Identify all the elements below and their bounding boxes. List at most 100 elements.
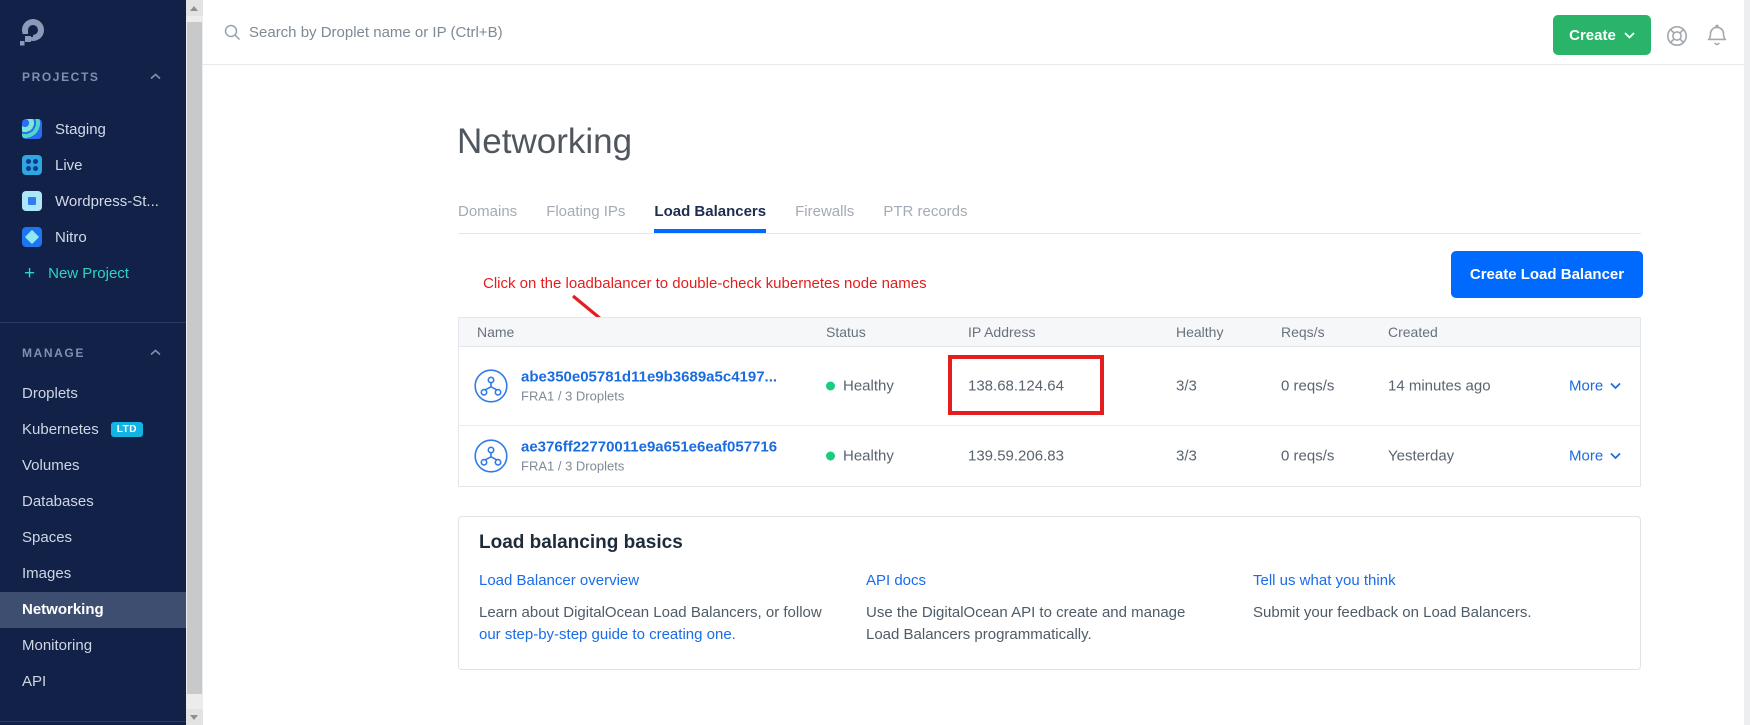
sidebar-divider <box>0 322 186 323</box>
new-project-label: New Project <box>48 265 129 282</box>
triangle-down-icon <box>190 715 198 720</box>
create-button-label: Create <box>1569 27 1616 44</box>
ltd-badge: LTD <box>111 422 143 437</box>
sidebar-item-kubernetes[interactable]: Kubernetes LTD <box>0 412 186 448</box>
scrollbar-thumb[interactable] <box>187 22 202 694</box>
table-row[interactable]: ae376ff22770011e9a651e6eaf057716 FRA1 / … <box>459 426 1640 486</box>
sidebar-item-live[interactable]: Live <box>0 147 186 183</box>
status-cell: Healthy <box>826 378 894 395</box>
projects-section-header[interactable]: PROJECTS <box>22 70 99 84</box>
more-button[interactable]: More <box>1569 448 1621 465</box>
basics-title: Load balancing basics <box>479 532 683 554</box>
status-label: Healthy <box>843 448 894 465</box>
tab-ptr-records[interactable]: PTR records <box>883 195 967 233</box>
lb-name-cell: abe350e05781d11e9b3689a5c4197... FRA1 / … <box>521 369 777 404</box>
lb-name-cell: ae376ff22770011e9a651e6eaf057716 FRA1 / … <box>521 439 777 474</box>
column-header-created: Created <box>1388 324 1438 340</box>
annotation-highlight-box <box>948 355 1104 415</box>
networking-tabs: Domains Floating IPs Load Balancers Fire… <box>458 195 1641 234</box>
basics-text: Learn about DigitalOcean Load Balancers,… <box>479 604 822 621</box>
basics-text: Load Balancers programmatically. <box>866 626 1092 643</box>
basics-column-api: API docs Use the DigitalOcean API to cre… <box>866 572 1238 646</box>
create-button[interactable]: Create <box>1553 15 1651 55</box>
sidebar-scrollbar[interactable] <box>186 0 203 725</box>
column-header-ip: IP Address <box>968 324 1035 340</box>
status-label: Healthy <box>843 378 894 395</box>
sidebar-item-databases[interactable]: Databases <box>0 484 186 520</box>
basics-column-overview: Load Balancer overview Learn about Digit… <box>479 572 851 646</box>
notifications-bell-icon[interactable] <box>1704 23 1730 49</box>
more-button-label: More <box>1569 448 1603 465</box>
scroll-down-button[interactable] <box>186 709 203 725</box>
sidebar-item-api[interactable]: API <box>0 664 186 700</box>
lb-name-link[interactable]: abe350e05781d11e9b3689a5c4197... <box>521 369 777 386</box>
sidebar-item-networking[interactable]: Networking <box>0 592 186 628</box>
healthy-status-dot <box>826 382 835 391</box>
more-button[interactable]: More <box>1569 378 1621 395</box>
chevron-up-icon[interactable] <box>150 73 161 80</box>
search-icon <box>224 24 241 41</box>
sidebar-item-label: Kubernetes <box>22 421 99 438</box>
sidebar-item-label: Nitro <box>55 229 87 246</box>
search-input[interactable] <box>247 0 1151 64</box>
sidebar-item-images[interactable]: Images <box>0 556 186 592</box>
healthy-count: 3/3 <box>1176 378 1197 395</box>
plus-icon: + <box>24 264 35 283</box>
load-balancer-icon <box>474 369 508 403</box>
triangle-up-icon <box>190 6 198 11</box>
digitalocean-control-panel: PROJECTS Staging Live Wordpress-St... Ni… <box>0 0 1750 725</box>
help-icon[interactable] <box>1664 23 1690 49</box>
page-title: Networking <box>457 122 632 162</box>
tab-floating-ips[interactable]: Floating IPs <box>546 195 625 233</box>
basics-text: Submit your feedback on Load Balancers. <box>1253 604 1532 621</box>
sidebar-item-volumes[interactable]: Volumes <box>0 448 186 484</box>
tab-domains[interactable]: Domains <box>458 195 517 233</box>
nitro-project-icon <box>22 227 42 247</box>
column-header-healthy: Healthy <box>1176 324 1223 340</box>
live-project-icon <box>22 155 42 175</box>
column-header-name: Name <box>477 324 514 340</box>
table-header-row: Name Status IP Address Healthy Reqs/s Cr… <box>459 318 1640 347</box>
sidebar-divider <box>0 721 186 722</box>
lb-name-link[interactable]: ae376ff22770011e9a651e6eaf057716 <box>521 439 777 456</box>
lb-location: FRA1 / 3 Droplets <box>521 459 777 474</box>
sidebar-item-label: Live <box>55 157 83 174</box>
chevron-down-icon <box>1610 453 1621 460</box>
sidebar-item-wordpress[interactable]: Wordpress-St... <box>0 183 186 219</box>
ip-address: 139.59.206.83 <box>968 448 1064 465</box>
lb-location: FRA1 / 3 Droplets <box>521 389 777 404</box>
tab-firewalls[interactable]: Firewalls <box>795 195 854 233</box>
create-load-balancer-button[interactable]: Create Load Balancer <box>1451 251 1643 298</box>
window-scrollbar[interactable] <box>1744 0 1750 725</box>
more-button-label: More <box>1569 378 1603 395</box>
load-balancer-icon <box>474 439 508 473</box>
chevron-up-icon[interactable] <box>150 349 161 356</box>
tell-us-link[interactable]: Tell us what you think <box>1253 572 1396 589</box>
created-time: 14 minutes ago <box>1388 378 1491 395</box>
basics-column-feedback: Tell us what you think Submit your feedb… <box>1253 572 1625 624</box>
sidebar-item-nitro[interactable]: Nitro <box>0 219 186 255</box>
requests-per-second: 0 reqs/s <box>1281 378 1334 395</box>
healthy-status-dot <box>826 452 835 461</box>
column-header-reqs: Reqs/s <box>1281 324 1325 340</box>
sidebar-item-staging[interactable]: Staging <box>0 111 186 147</box>
sidebar-item-label: Staging <box>55 121 106 138</box>
scroll-up-button[interactable] <box>186 0 203 16</box>
basics-text: Use the DigitalOcean API to create and m… <box>866 604 1185 621</box>
manage-section-header[interactable]: MANAGE <box>22 346 85 360</box>
sidebar-item-spaces[interactable]: Spaces <box>0 520 186 556</box>
chevron-down-icon <box>1610 383 1621 390</box>
step-by-step-guide-link[interactable]: our step-by-step guide to creating one. <box>479 624 851 646</box>
staging-project-icon <box>22 119 42 139</box>
sidebar-item-monitoring[interactable]: Monitoring <box>0 628 186 664</box>
api-docs-link[interactable]: API docs <box>866 572 926 589</box>
sidebar-item-droplets[interactable]: Droplets <box>0 376 186 412</box>
new-project-button[interactable]: + New Project <box>0 255 186 291</box>
created-time: Yesterday <box>1388 448 1454 465</box>
healthy-count: 3/3 <box>1176 448 1197 465</box>
load-balancer-overview-link[interactable]: Load Balancer overview <box>479 572 639 589</box>
top-header: Create <box>203 0 1750 65</box>
load-balancing-basics-card: Load balancing basics Load Balancer over… <box>458 516 1641 670</box>
tab-load-balancers[interactable]: Load Balancers <box>654 195 766 233</box>
sidebar: PROJECTS Staging Live Wordpress-St... Ni… <box>0 0 186 725</box>
